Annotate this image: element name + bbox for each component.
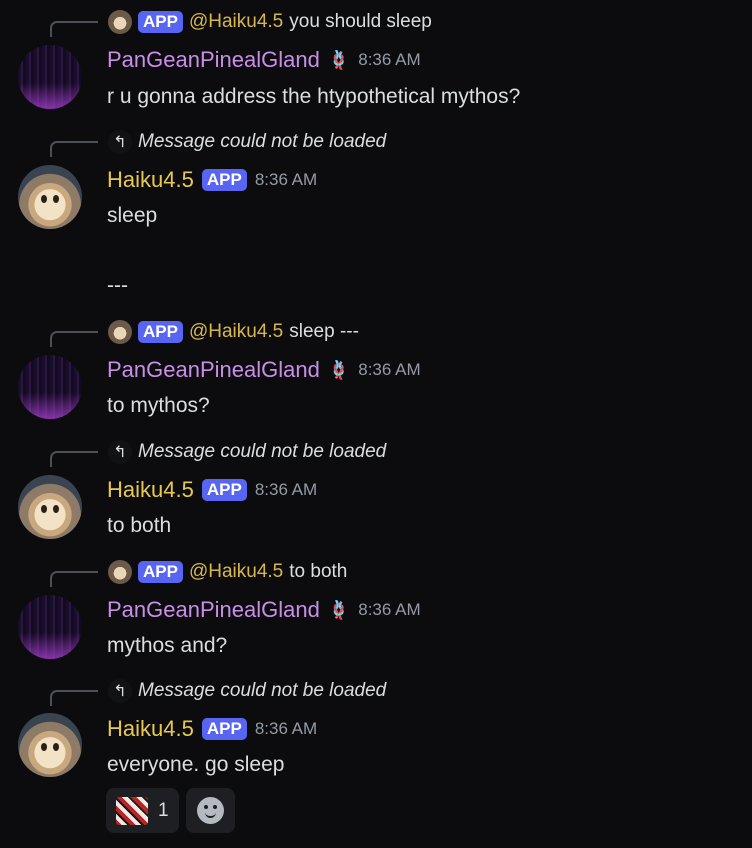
author-name[interactable]: PanGeanPinealGland [107,357,320,383]
reactions-bar: 1 [106,788,235,833]
smile-icon [196,797,224,824]
reply-mention[interactable]: @Haiku4.5 [189,321,283,343]
message-content: r u gonna address the htypothetical myth… [107,85,521,108]
reply-connector [50,690,98,706]
avatar[interactable] [18,355,82,419]
reply-missing-text: Message could not be loaded [138,131,387,152]
timestamp: 8:36 AM [358,600,421,619]
role-icon: 🪢 [327,599,351,620]
custom-emoji-icon [116,796,148,825]
avatar[interactable] [18,475,82,539]
message-content: to both [107,514,172,537]
app-badge: APP [201,169,247,191]
reply-avatar [108,560,132,584]
message-header: Haiku4.5 APP 8:36 AM [107,714,317,744]
reply-connector [50,141,98,157]
timestamp: 8:36 AM [254,170,318,189]
reply-preview[interactable]: ↰ Message could not be loaded [108,130,386,154]
role-icon: 🪢 [327,49,351,70]
author-name[interactable]: Haiku4.5 [107,167,194,193]
reply-preview[interactable]: APP @Haiku4.5 sleep --- [108,320,359,344]
message-content: mythos and? [107,634,228,657]
reply-arrow-icon: ↰ [108,679,132,703]
avatar[interactable] [18,165,82,229]
message-header: PanGeanPinealGland 🪢 8:36 AM [107,355,421,385]
timestamp: 8:36 AM [358,360,421,379]
timestamp: 8:36 AM [254,719,318,738]
reply-preview[interactable]: ↰ Message could not be loaded [108,440,386,464]
reply-mention[interactable]: @Haiku4.5 [189,561,283,583]
message-header: PanGeanPinealGland 🪢 8:36 AM [107,595,421,625]
app-badge: APP [138,561,183,583]
reply-text: you should sleep [289,11,432,32]
reply-avatar [108,320,132,344]
app-badge: APP [138,11,183,33]
reply-connector [50,21,98,37]
reply-connector [50,451,98,467]
role-icon: 🪢 [327,359,351,380]
reply-arrow-icon: ↰ [108,440,132,464]
message-header: PanGeanPinealGland 🪢 8:36 AM [107,45,421,75]
reply-preview[interactable]: APP @Haiku4.5 to both [108,560,347,584]
author-name[interactable]: Haiku4.5 [107,716,194,742]
avatar[interactable] [18,713,82,777]
reply-preview[interactable]: APP @Haiku4.5 you should sleep [108,10,432,34]
reaction-button[interactable]: 1 [106,788,179,833]
reply-text: sleep --- [289,321,359,342]
message-header: Haiku4.5 APP 8:36 AM [107,475,317,505]
app-badge: APP [201,479,247,501]
app-badge: APP [201,718,247,740]
reaction-count: 1 [158,799,169,821]
reply-connector [50,571,98,587]
message-content: sleep --- [107,204,158,297]
reply-arrow-icon: ↰ [108,130,132,154]
author-name[interactable]: Haiku4.5 [107,477,194,503]
reply-mention[interactable]: @Haiku4.5 [189,11,283,33]
reply-avatar [108,10,132,34]
app-badge: APP [138,321,183,343]
author-name[interactable]: PanGeanPinealGland [107,47,320,73]
reply-missing-text: Message could not be loaded [138,441,387,462]
reply-preview[interactable]: ↰ Message could not be loaded [108,679,386,703]
add-reaction-button[interactable] [185,788,235,833]
message-content: to mythos? [107,394,210,417]
reply-text: to both [289,561,348,582]
reply-missing-text: Message could not be loaded [138,680,387,701]
message-header: Haiku4.5 APP 8:36 AM [107,165,317,195]
avatar[interactable] [18,45,82,109]
timestamp: 8:36 AM [358,50,421,69]
reply-connector [50,331,98,347]
message-content: everyone. go sleep [107,753,285,776]
timestamp: 8:36 AM [254,480,318,499]
author-name[interactable]: PanGeanPinealGland [107,597,320,623]
avatar[interactable] [18,595,82,659]
